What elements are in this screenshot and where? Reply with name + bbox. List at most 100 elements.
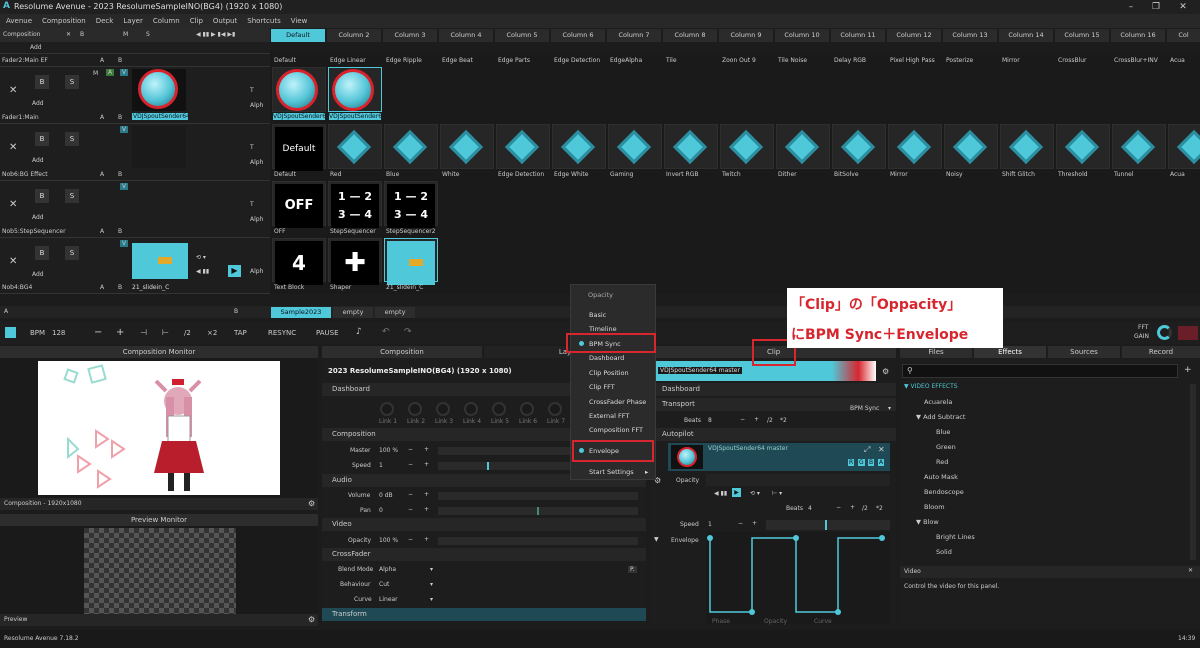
layer-name[interactable]: Nob5:StepSequencer bbox=[2, 228, 66, 235]
v-toggle[interactable]: V bbox=[120, 183, 129, 190]
effect-group[interactable]: ▼ Add Subtract bbox=[916, 413, 965, 421]
tab-composition[interactable]: Composition bbox=[322, 346, 482, 358]
clip-cell[interactable] bbox=[384, 124, 438, 169]
plus-button[interactable]: + bbox=[424, 536, 429, 543]
gear-icon[interactable]: ⚙ bbox=[882, 367, 889, 376]
clip-label[interactable]: Default bbox=[274, 57, 296, 64]
layer-solo-button[interactable]: S bbox=[65, 246, 79, 260]
clip-label[interactable]: White bbox=[442, 171, 459, 178]
minus-button[interactable]: − bbox=[738, 520, 743, 527]
chevron-down-icon[interactable]: ▾ bbox=[430, 596, 433, 603]
clip-label[interactable]: Text Block bbox=[274, 284, 304, 291]
t-button[interactable]: T bbox=[250, 87, 254, 94]
m-button[interactable]: M bbox=[123, 31, 128, 38]
bpm-value[interactable]: 128 bbox=[52, 329, 65, 337]
gear-icon[interactable]: ⚙ bbox=[308, 615, 315, 624]
clip-label[interactable]: Acua bbox=[1170, 57, 1185, 64]
layer-solo-button[interactable]: S bbox=[65, 132, 79, 146]
clip-label[interactable]: Tile Noise bbox=[778, 57, 807, 64]
clip-label[interactable]: Shaper bbox=[330, 284, 351, 291]
link-knob[interactable] bbox=[436, 402, 450, 416]
link-knob[interactable] bbox=[520, 402, 534, 416]
beats-value[interactable]: 8 bbox=[708, 417, 712, 424]
layer-a-button[interactable]: A bbox=[100, 57, 104, 64]
clip-cell[interactable] bbox=[496, 124, 550, 169]
clip-cell-active[interactable] bbox=[328, 67, 382, 112]
column-header[interactable]: Column 8 bbox=[663, 29, 717, 42]
loop-icon[interactable]: ⟲ ▾ bbox=[750, 490, 760, 497]
clip-label[interactable]: Edge Ripple bbox=[386, 57, 422, 64]
v-toggle[interactable]: V bbox=[120, 240, 129, 247]
menu-avenue[interactable]: Avenue bbox=[6, 14, 32, 28]
transport-controls[interactable]: ◀ ▮▮ bbox=[196, 268, 209, 275]
clip-label[interactable]: OFF bbox=[274, 228, 286, 235]
layer-solo-button[interactable]: S bbox=[65, 189, 79, 203]
clip-label[interactable]: Tile bbox=[666, 57, 677, 64]
clip-label[interactable]: VDJSpoutSender64 m bbox=[273, 113, 325, 120]
v-toggle[interactable]: V bbox=[120, 126, 129, 133]
opacity-value[interactable]: 100 % bbox=[379, 537, 398, 544]
preview-checkerboard[interactable] bbox=[84, 528, 236, 614]
metronome-icon[interactable] bbox=[5, 327, 16, 338]
effects-section-header[interactable]: ▼ VIDEO EFFECTS bbox=[904, 383, 958, 390]
close-icon[interactable]: ✕ bbox=[66, 31, 71, 38]
plus-button[interactable]: + bbox=[754, 416, 759, 423]
clip-cell[interactable] bbox=[888, 124, 942, 169]
clip-label[interactable]: EdgeAlpha bbox=[610, 57, 642, 64]
menu-item-crossfader-phase[interactable]: CrossFader Phase bbox=[589, 398, 646, 406]
composition-preview[interactable] bbox=[38, 361, 280, 495]
beats-div-button[interactable]: /2 bbox=[862, 505, 868, 512]
clip-label[interactable]: Threshold bbox=[1058, 171, 1088, 178]
clip-cell[interactable]: ✚ bbox=[328, 238, 382, 285]
clip-label[interactable]: Mirror bbox=[890, 171, 908, 178]
effect-item[interactable]: Green bbox=[936, 443, 956, 451]
minus-button[interactable]: − bbox=[408, 506, 413, 513]
layer-bypass-button[interactable]: B bbox=[35, 75, 49, 89]
layer-thumbnail[interactable] bbox=[132, 243, 188, 279]
clip-cell[interactable] bbox=[664, 124, 718, 169]
clip-label[interactable]: Edge Beat bbox=[442, 57, 473, 64]
composition-label[interactable]: Composition bbox=[3, 31, 40, 38]
layer-a-button[interactable]: A bbox=[100, 228, 104, 235]
clip-label[interactable]: Blue bbox=[386, 171, 399, 178]
menu-item-clip-fft[interactable]: Clip FFT bbox=[589, 383, 615, 391]
column-header[interactable]: Column 14 bbox=[999, 29, 1053, 42]
pan-value[interactable]: 0 bbox=[379, 507, 383, 514]
clip-cell[interactable] bbox=[1168, 124, 1200, 169]
clip-cell[interactable] bbox=[440, 124, 494, 169]
bpm-div-button[interactable]: /2 bbox=[184, 329, 191, 337]
layer-b-button[interactable]: B bbox=[118, 114, 122, 121]
layer-solo-button[interactable]: S bbox=[65, 75, 79, 89]
layer-a-button[interactable]: A bbox=[100, 284, 104, 291]
minus-button[interactable]: − bbox=[408, 536, 413, 543]
menu-composition[interactable]: Composition bbox=[42, 14, 86, 28]
clip-label[interactable]: Mirror bbox=[1002, 57, 1020, 64]
deck-tab-active[interactable]: Sample2023 bbox=[271, 307, 331, 318]
opacity-slider[interactable] bbox=[438, 537, 638, 545]
menu-view[interactable]: View bbox=[291, 14, 308, 28]
add-button[interactable]: Add bbox=[32, 157, 44, 164]
layer-name[interactable]: Nob6:BG Effect bbox=[2, 171, 48, 178]
clip-label[interactable]: Invert RGB bbox=[666, 171, 698, 178]
clip-label[interactable]: Tunnel bbox=[1114, 171, 1134, 178]
metronome-sound-icon[interactable]: ♪ bbox=[356, 327, 362, 337]
effect-item[interactable]: Acuarela bbox=[924, 398, 952, 406]
clip-cell[interactable]: 1 — 23 — 4 bbox=[384, 181, 438, 228]
column-header[interactable]: Column 15 bbox=[1055, 29, 1109, 42]
clip-cell[interactable] bbox=[608, 124, 662, 169]
t-button[interactable]: T bbox=[250, 144, 254, 151]
section-video[interactable]: Video bbox=[322, 518, 646, 531]
loop-icon[interactable]: ⟲ ▾ bbox=[196, 254, 206, 261]
clip-cell[interactable] bbox=[1000, 124, 1054, 169]
clip-label[interactable]: Shift Glitch bbox=[1002, 171, 1035, 178]
menu-item-timeline[interactable]: Timeline bbox=[589, 325, 617, 333]
clip-label[interactable]: 21_slidein_C bbox=[386, 284, 423, 291]
clip-label[interactable]: Edge White bbox=[554, 171, 588, 178]
clip-label[interactable]: Acua bbox=[1170, 171, 1185, 178]
add-button[interactable]: Add bbox=[32, 214, 44, 221]
transport-mode-value[interactable]: BPM Sync bbox=[850, 402, 879, 415]
speed-slider[interactable] bbox=[766, 520, 890, 530]
expand-icon[interactable]: ⤢ bbox=[864, 445, 870, 455]
pan-slider[interactable] bbox=[438, 507, 638, 515]
menu-item-basic[interactable]: Basic bbox=[589, 311, 606, 319]
